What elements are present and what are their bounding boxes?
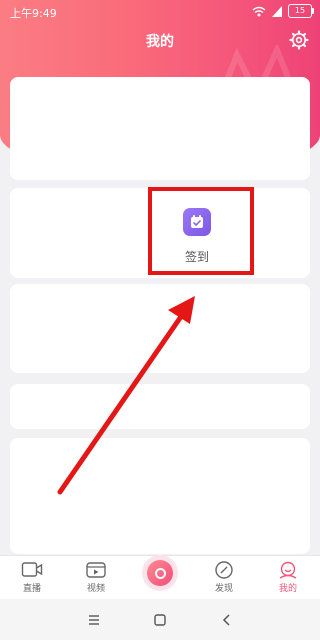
camera-button[interactable] (142, 555, 178, 591)
page-title: 我的 (146, 34, 174, 50)
system-nav-bar (0, 599, 320, 640)
tab-live[interactable]: 直播 (2, 556, 62, 600)
camera-icon (147, 560, 173, 586)
tab-me[interactable]: 我的 (258, 556, 318, 600)
profile-card[interactable] (10, 77, 310, 180)
content-card (10, 284, 310, 373)
tab-label: 视频 (86, 584, 105, 594)
tab-label: 直播 (22, 584, 41, 594)
tab-video[interactable]: 视频 (66, 556, 126, 600)
status-bar: 上午9:49 15 (0, 0, 320, 24)
status-time: 上午9:49 (10, 7, 57, 20)
battery-indicator: 15 (288, 4, 314, 18)
tab-label: 我的 (278, 584, 297, 594)
content-card (10, 438, 310, 554)
tv-icon (21, 562, 43, 577)
tab-discover[interactable]: 发现 (194, 556, 254, 600)
content-card (10, 384, 310, 429)
menu-icon[interactable] (84, 610, 104, 630)
compass-icon (215, 561, 233, 579)
profile-icon (279, 561, 297, 579)
back-icon[interactable] (217, 610, 237, 630)
gear-icon[interactable] (289, 30, 309, 50)
home-icon[interactable] (150, 610, 170, 630)
tab-label: 发现 (214, 584, 233, 594)
signal-icon (272, 5, 282, 17)
wifi-icon (252, 6, 266, 16)
status-icons: 15 (252, 4, 314, 18)
video-icon (86, 562, 106, 578)
highlight-box (148, 187, 254, 275)
